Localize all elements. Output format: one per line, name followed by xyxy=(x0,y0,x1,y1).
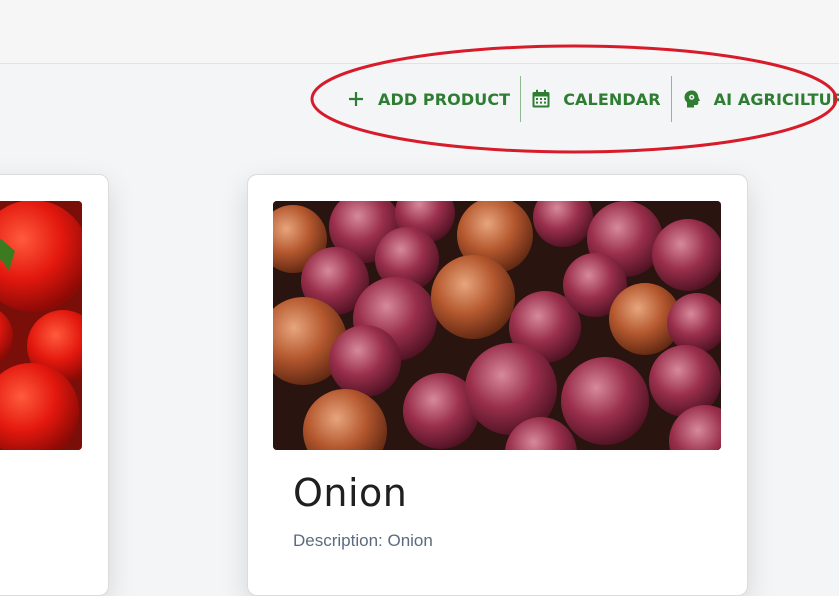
top-app-bar xyxy=(0,0,839,64)
product-card[interactable]: Onion Description: Onion xyxy=(247,174,748,596)
ai-agriculture-button[interactable]: AI AGRICILTURE xyxy=(672,76,839,122)
ai-agriculture-label: AI AGRICILTURE xyxy=(713,89,839,109)
product-image xyxy=(273,201,721,450)
add-product-label: ADD PRODUCT xyxy=(378,89,511,109)
product-title: Onion xyxy=(293,471,408,515)
action-toolbar: ADD PRODUCT CALENDAR AI AGRICILTUR xyxy=(336,76,839,122)
product-image xyxy=(0,201,82,450)
add-product-button[interactable]: ADD PRODUCT xyxy=(336,76,520,122)
brain-head-icon xyxy=(682,89,702,109)
plus-icon xyxy=(346,89,366,109)
product-card[interactable] xyxy=(0,174,109,596)
product-description: Description: Onion xyxy=(293,531,433,550)
calendar-button[interactable]: CALENDAR xyxy=(521,76,670,122)
calendar-icon xyxy=(531,89,551,109)
calendar-label: CALENDAR xyxy=(563,89,661,109)
